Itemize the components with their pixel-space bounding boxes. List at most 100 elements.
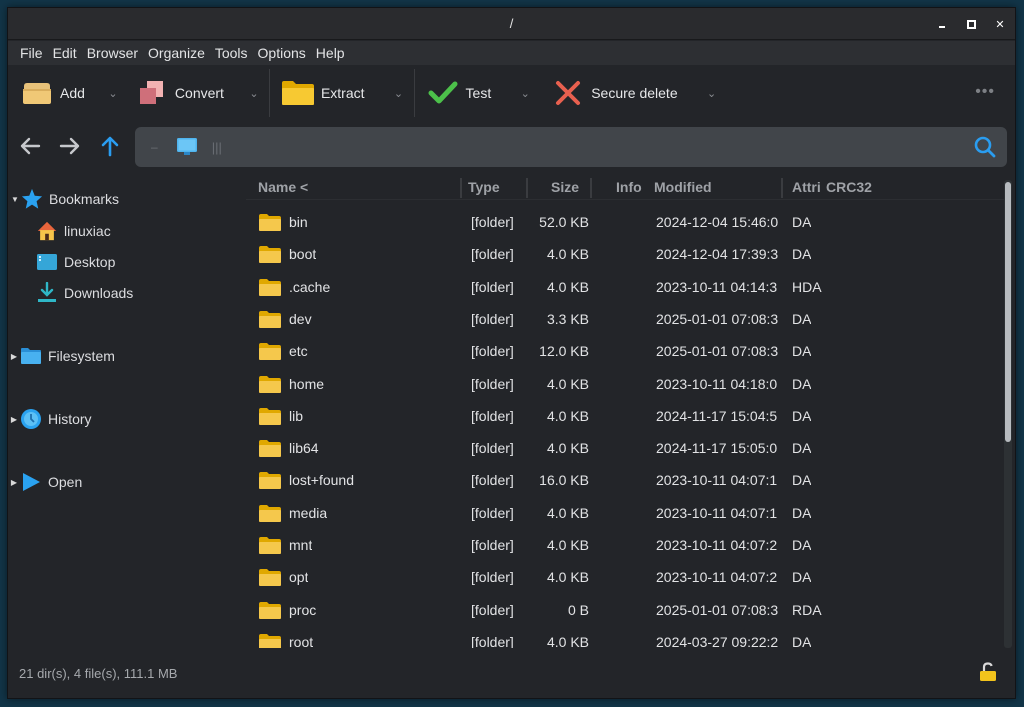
file-name: .cache <box>289 278 331 295</box>
tree-item-history[interactable]: ▶ History <box>8 406 92 432</box>
bookmark-item-desktop[interactable]: Desktop <box>36 249 115 275</box>
secure-delete-dropdown[interactable]: ⌄ <box>702 87 722 100</box>
file-row[interactable]: dev [folder] 3.3 KB 2025-01-01 07:08:3 DA <box>246 303 1006 335</box>
forward-button[interactable] <box>50 128 90 164</box>
test-dropdown[interactable]: ⌄ <box>515 87 535 100</box>
file-row[interactable]: media [folder] 4.0 KB 2023-10-11 04:07:1 DA <box>246 497 1006 529</box>
tree-item-bookmarks[interactable]: ▼ Bookmarks <box>8 186 119 212</box>
convert-button[interactable]: Convert <box>135 73 224 113</box>
file-row[interactable]: opt [folder] 4.0 KB 2023-10-11 04:07:2 DA <box>246 561 1006 593</box>
path-bar[interactable]: – ||| <box>135 127 1007 167</box>
folder-icon <box>259 537 281 554</box>
file-row[interactable]: mnt [folder] 4.0 KB 2023-10-11 04:07:2 DA <box>246 529 1006 561</box>
add-button[interactable]: Add <box>20 73 85 113</box>
file-type: [folder] <box>471 537 514 553</box>
menu-file[interactable]: File <box>15 45 48 61</box>
file-type: [folder] <box>471 504 514 521</box>
expand-toggle[interactable]: ▶ <box>8 415 20 424</box>
folder-icon <box>259 440 281 458</box>
file-row[interactable]: root [folder] 4.0 KB 2024-03-27 09:22:2 DA <box>246 626 1006 648</box>
file-name: etc <box>289 343 308 360</box>
column-divider[interactable] <box>460 178 462 198</box>
file-row[interactable]: bin [folder] 52.0 KB 2024-12-04 15:46:0 DA <box>246 206 1006 238</box>
file-modified: 2024-03-27 09:22:2 <box>656 633 779 648</box>
search-icon <box>974 136 996 158</box>
file-type: [folder] <box>471 440 514 457</box>
path-segment[interactable]: ||| <box>212 140 222 155</box>
file-row[interactable]: lost+found [folder] 16.0 KB 2023-10-11 04:0… <box>246 464 1006 496</box>
file-row[interactable]: etc [folder] 12.0 KB 2025-01-01 07:08:3 DA <box>246 335 1006 367</box>
search-button[interactable] <box>973 135 997 159</box>
column-header-modified[interactable]: Modified <box>654 179 712 195</box>
file-attributes: DA <box>792 633 812 648</box>
file-modified: 2023-10-11 04:07:1 <box>656 472 778 489</box>
expand-toggle[interactable]: ▶ <box>8 352 20 361</box>
toolbar-separator <box>268 69 270 117</box>
file-size: 4.0 KB <box>546 375 589 392</box>
file-row[interactable]: proc [folder] 0 B 2025-01-01 07:08:3 RDA <box>246 594 1006 626</box>
column-header-attributes[interactable]: Attri <box>792 179 821 195</box>
convert-dropdown[interactable]: ⌄ <box>244 87 264 100</box>
file-type: [folder] <box>471 246 514 263</box>
file-name: mnt <box>289 537 313 553</box>
column-header-name[interactable]: Name < <box>258 179 308 195</box>
column-header-crc32[interactable]: CRC32 <box>826 179 872 195</box>
column-divider[interactable] <box>590 178 592 198</box>
file-row[interactable]: boot [folder] 4.0 KB 2024-12-04 17:39:3 DA <box>246 238 1006 270</box>
file-row[interactable]: lib [folder] 4.0 KB 2024-11-17 15:04:5 DA <box>246 400 1006 432</box>
file-modified: 2023-10-11 04:07:2 <box>656 537 778 553</box>
computer-icon[interactable] <box>176 137 198 157</box>
menu-help[interactable]: Help <box>311 45 350 61</box>
extract-dropdown[interactable]: ⌄ <box>389 87 409 100</box>
file-row[interactable]: lib64 [folder] 4.0 KB 2024-11-17 15:05:0 DA <box>246 432 1006 464</box>
close-button[interactable]: ✕ <box>993 17 1007 31</box>
menu-edit[interactable]: Edit <box>48 45 82 61</box>
file-modified: 2024-12-04 15:46:0 <box>656 214 779 230</box>
test-button[interactable]: Test <box>426 73 491 113</box>
tree-item-filesystem[interactable]: ▶ Filesystem <box>8 343 115 369</box>
extract-button[interactable]: Extract <box>281 73 365 113</box>
expand-toggle[interactable]: ▼ <box>9 195 21 204</box>
more-options-button[interactable]: ••• <box>975 83 995 101</box>
bookmark-item-downloads[interactable]: Downloads <box>36 280 133 306</box>
column-divider[interactable] <box>781 178 783 198</box>
secure-delete-button[interactable]: Secure delete <box>551 73 678 113</box>
bookmark-item-linuxiac[interactable]: linuxiac <box>36 218 111 244</box>
back-button[interactable] <box>10 128 50 164</box>
menu-organize[interactable]: Organize <box>143 45 210 61</box>
folder-icon <box>259 278 281 296</box>
column-header-type[interactable]: Type <box>468 179 500 195</box>
file-modified: 2025-01-01 07:08:3 <box>656 343 779 360</box>
secure-delete-label: Secure delete <box>591 85 678 101</box>
title-bar[interactable]: / ✕ <box>8 8 1015 40</box>
arrow-up-icon <box>101 136 119 157</box>
up-button[interactable] <box>90 128 130 164</box>
file-attributes: DA <box>792 472 812 489</box>
add-dropdown[interactable]: ⌄ <box>103 87 123 100</box>
folder-icon <box>259 472 281 490</box>
unlocked-padlock-icon[interactable] <box>979 662 997 685</box>
menu-tools[interactable]: Tools <box>210 45 253 61</box>
tree-item-open[interactable]: ▶ Open <box>8 469 82 495</box>
toolbar-separator <box>413 69 415 117</box>
scrollbar-thumb[interactable] <box>1005 182 1011 442</box>
folder-icon <box>259 601 281 619</box>
file-row[interactable]: home [folder] 4.0 KB 2023-10-11 04:18:0 DA <box>246 368 1006 400</box>
menu-browser[interactable]: Browser <box>82 45 143 61</box>
file-modified: 2023-10-11 04:18:0 <box>656 375 778 392</box>
column-divider[interactable] <box>526 178 528 198</box>
vertical-scrollbar[interactable] <box>1004 180 1012 648</box>
add-label: Add <box>60 85 85 101</box>
minimize-button[interactable] <box>935 17 949 31</box>
file-row[interactable]: .cache [folder] 4.0 KB 2023-10-11 04:14:3 HD… <box>246 271 1006 303</box>
file-name: lib64 <box>289 440 319 457</box>
column-header-info[interactable]: Info <box>616 179 642 195</box>
column-header-size[interactable]: Size <box>536 179 579 195</box>
maximize-button[interactable] <box>964 17 978 31</box>
file-size: 52.0 KB <box>539 214 589 230</box>
menu-options[interactable]: Options <box>253 45 311 61</box>
file-modified: 2023-10-11 04:07:1 <box>656 504 778 521</box>
file-attributes: DA <box>792 569 812 586</box>
navigation-bar: – ||| <box>8 121 1015 171</box>
expand-toggle[interactable]: ▶ <box>8 478 20 487</box>
